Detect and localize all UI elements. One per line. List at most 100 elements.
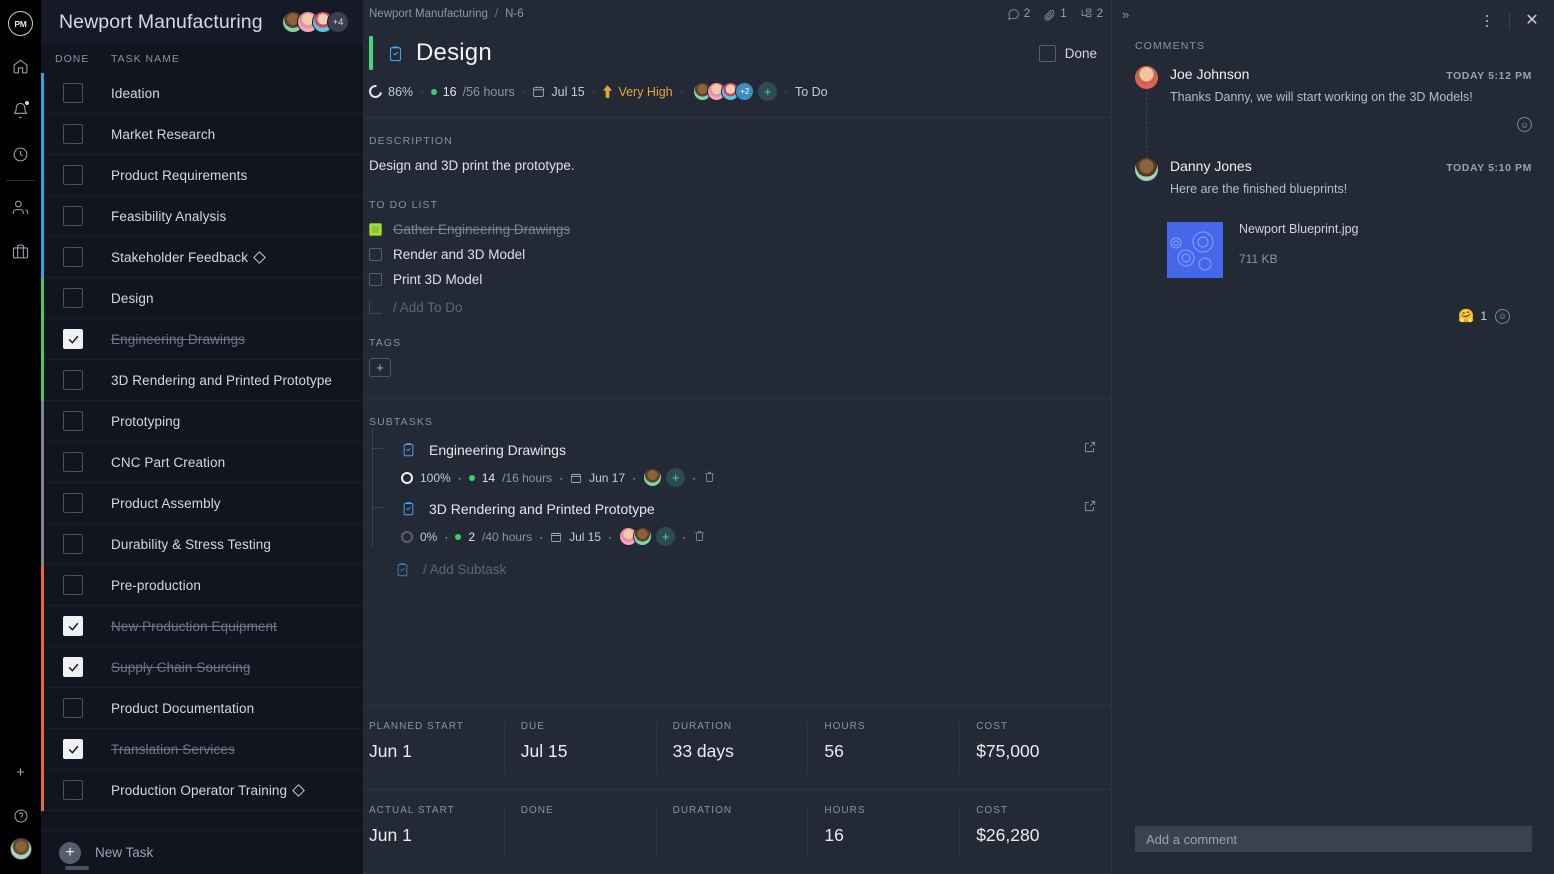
sidebar-item-team[interactable] <box>0 185 41 229</box>
delete-subtask-button[interactable] <box>693 529 706 545</box>
task-done-cell[interactable] <box>55 411 111 431</box>
subtask-assignees[interactable]: + <box>643 468 685 487</box>
task-row[interactable]: Design <box>41 278 363 319</box>
task-row[interactable]: Pre-production <box>41 565 363 606</box>
subtask-item[interactable]: Engineering Drawings100%·14/16 hours·Jun… <box>369 440 1111 487</box>
task-checkbox[interactable] <box>63 288 83 308</box>
add-assignee-button[interactable]: + <box>758 82 777 101</box>
task-done-cell[interactable] <box>55 206 111 226</box>
app-logo[interactable]: PM <box>0 3 41 44</box>
add-reaction-button[interactable]: ☺ <box>1495 309 1510 324</box>
help-button[interactable] <box>0 794 41 838</box>
subtask-assignees[interactable]: + <box>619 527 675 546</box>
reaction-pill[interactable]: 🤗1 <box>1458 308 1487 324</box>
task-checkbox[interactable] <box>63 575 83 595</box>
add-todo-button[interactable]: / Add To Do <box>363 292 1111 315</box>
task-done-cell[interactable] <box>55 698 111 718</box>
comment-input[interactable] <box>1135 826 1532 852</box>
task-row[interactable]: Market Research <box>41 114 363 155</box>
add-assignee-button[interactable]: + <box>656 527 675 546</box>
todo-item[interactable]: Print 3D Model <box>363 267 1111 292</box>
task-row[interactable]: Product Assembly <box>41 483 363 524</box>
user-avatar[interactable] <box>10 838 32 860</box>
delete-subtask-button[interactable] <box>703 470 716 486</box>
sidebar-item-notifications[interactable] <box>0 88 41 132</box>
task-checkbox[interactable] <box>63 206 83 226</box>
todo-checkbox[interactable] <box>369 248 382 261</box>
add-button[interactable]: + <box>0 750 41 794</box>
hours-indicator[interactable]: 16/56 hours <box>431 85 515 99</box>
status-indicator[interactable]: To Do <box>795 85 828 99</box>
sidebar-item-timesheets[interactable] <box>0 132 41 176</box>
attachment-count[interactable]: 1 <box>1043 8 1066 21</box>
task-row[interactable]: Engineering Drawings <box>41 319 363 360</box>
task-checkbox[interactable] <box>63 698 83 718</box>
todo-item[interactable]: Gather Engineering Drawings <box>363 217 1111 242</box>
task-checkbox[interactable] <box>63 329 83 349</box>
task-checkbox[interactable] <box>63 165 83 185</box>
avatar-overflow-badge[interactable]: +4 <box>327 11 349 33</box>
task-done-cell[interactable] <box>55 739 111 759</box>
collapse-panel-button[interactable]: » <box>1122 7 1127 22</box>
todo-checkbox[interactable] <box>369 273 382 286</box>
task-done-cell[interactable] <box>55 780 111 800</box>
subtask-count[interactable]: 2 <box>1080 8 1103 21</box>
task-done-cell[interactable] <box>55 657 111 677</box>
sidebar-item-home[interactable] <box>0 44 41 88</box>
task-row[interactable]: New Production Equipment <box>41 606 363 647</box>
done-checkbox[interactable] <box>1039 45 1056 62</box>
task-row[interactable]: Production Operator Training <box>41 770 363 811</box>
todo-checkbox[interactable] <box>369 223 382 236</box>
more-options-button[interactable] <box>1465 0 1509 42</box>
task-row[interactable]: Product Documentation <box>41 688 363 729</box>
due-date-indicator[interactable]: Jul 15 <box>532 85 584 99</box>
task-row[interactable]: Translation Services <box>41 729 363 770</box>
task-done-cell[interactable] <box>55 329 111 349</box>
task-row[interactable]: Supply Chain Sourcing <box>41 647 363 688</box>
task-row[interactable]: Feasibility Analysis <box>41 196 363 237</box>
task-checkbox[interactable] <box>63 657 83 677</box>
task-done-cell[interactable] <box>55 534 111 554</box>
description-text[interactable]: Design and 3D print the prototype. <box>363 147 1111 173</box>
open-subtask-button[interactable] <box>1083 440 1097 459</box>
task-row[interactable]: Durability & Stress Testing <box>41 524 363 565</box>
task-done-cell[interactable] <box>55 83 111 103</box>
add-subtask-button[interactable]: / Add Subtask <box>363 546 1111 577</box>
progress-indicator[interactable]: 86% <box>369 85 413 99</box>
task-done-toggle[interactable]: Done <box>1039 45 1097 62</box>
task-done-cell[interactable] <box>55 616 111 636</box>
open-subtask-button[interactable] <box>1083 499 1097 518</box>
task-row[interactable]: Prototyping <box>41 401 363 442</box>
task-checkbox[interactable] <box>63 124 83 144</box>
breadcrumb-project[interactable]: Newport Manufacturing <box>369 8 488 20</box>
task-done-cell[interactable] <box>55 288 111 308</box>
task-done-cell[interactable] <box>55 493 111 513</box>
add-reaction-button[interactable]: ☺ <box>1517 117 1532 132</box>
task-checkbox[interactable] <box>63 534 83 554</box>
horizontal-scrollbar[interactable] <box>55 862 355 874</box>
assignee-group[interactable]: +2 + <box>693 82 777 101</box>
task-row[interactable]: 3D Rendering and Printed Prototype <box>41 360 363 401</box>
task-checkbox[interactable] <box>63 83 83 103</box>
task-checkbox[interactable] <box>63 493 83 513</box>
todo-item[interactable]: Render and 3D Model <box>363 242 1111 267</box>
task-done-cell[interactable] <box>55 124 111 144</box>
task-done-cell[interactable] <box>55 575 111 595</box>
task-checkbox[interactable] <box>63 739 83 759</box>
breadcrumb-task-id[interactable]: N-6 <box>505 8 524 20</box>
sidebar-item-portfolio[interactable] <box>0 229 41 273</box>
task-row[interactable]: CNC Part Creation <box>41 442 363 483</box>
task-done-cell[interactable] <box>55 370 111 390</box>
task-checkbox[interactable] <box>63 370 83 390</box>
priority-indicator[interactable]: Very High <box>602 85 672 99</box>
add-tag-button[interactable]: + <box>369 358 391 377</box>
add-assignee-button[interactable]: + <box>666 468 685 487</box>
task-checkbox[interactable] <box>63 247 83 267</box>
attachment-thumbnail[interactable] <box>1167 222 1223 278</box>
task-row[interactable]: Stakeholder Feedback <box>41 237 363 278</box>
task-checkbox[interactable] <box>63 616 83 636</box>
attachment-item[interactable]: Newport Blueprint.jpg711 KB <box>1167 222 1532 278</box>
project-members[interactable]: +4 <box>289 11 349 33</box>
task-checkbox[interactable] <box>63 780 83 800</box>
subtask-item[interactable]: 3D Rendering and Printed Prototype0%·2/4… <box>369 499 1111 546</box>
